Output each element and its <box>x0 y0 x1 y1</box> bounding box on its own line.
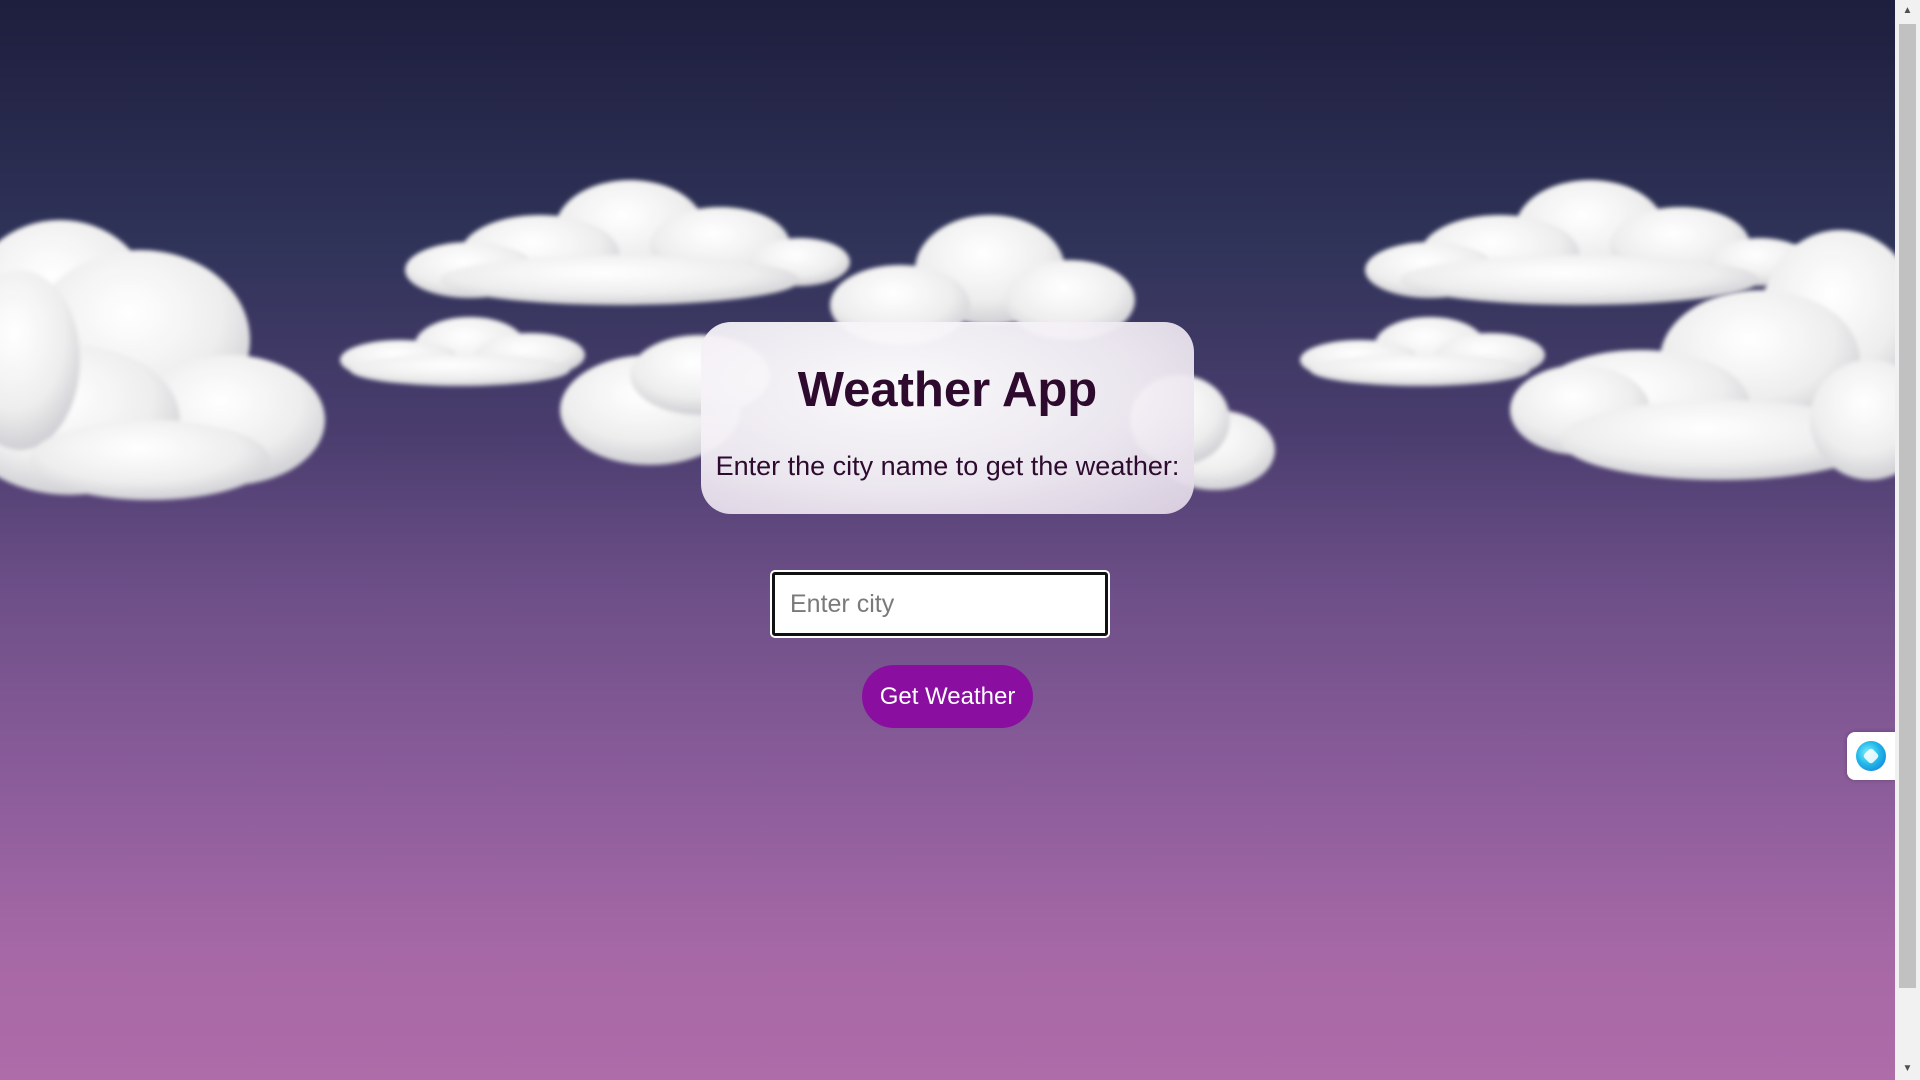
page-title: Weather App <box>797 363 1098 417</box>
cloud-upper-right <box>1365 180 1810 305</box>
page-subtitle: Enter the city name to get the weather: <box>715 451 1180 481</box>
cloud-left-large <box>0 220 325 500</box>
app-background: Weather App Enter the city name to get t… <box>0 0 1895 1080</box>
vertical-scrollbar[interactable]: ▲ ▼ <box>1895 0 1920 1080</box>
extension-orb-icon <box>1856 741 1886 771</box>
extension-widget-button[interactable] <box>1847 732 1895 780</box>
cloud-upper-left <box>405 180 850 305</box>
scrollbar-thumb[interactable] <box>1899 24 1916 988</box>
header-card: Weather App Enter the city name to get t… <box>701 322 1194 514</box>
chevron-up-icon[interactable]: ▲ <box>1895 0 1920 22</box>
chevron-down-icon[interactable]: ▼ <box>1895 1058 1920 1080</box>
cloud-small-left <box>340 317 585 386</box>
cloud-layer <box>0 180 1895 500</box>
cloud-small-right <box>1300 317 1545 386</box>
get-weather-button[interactable]: Get Weather <box>862 665 1033 728</box>
city-search-input[interactable] <box>770 570 1110 638</box>
